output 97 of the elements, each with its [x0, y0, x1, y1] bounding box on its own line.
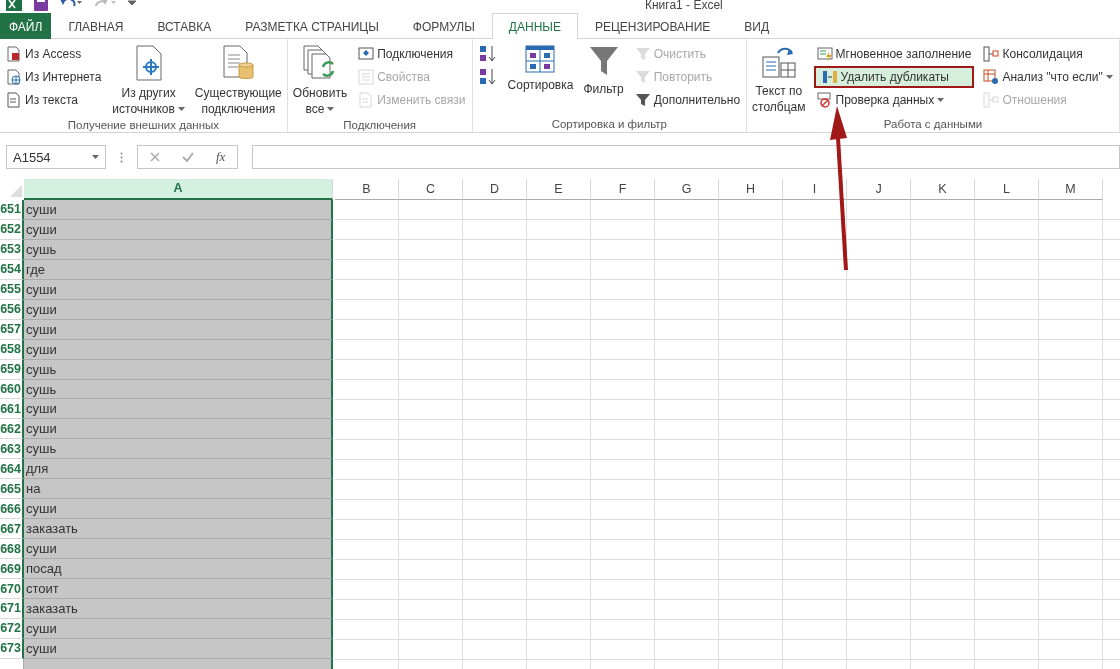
table-cell: посад: [24, 559, 333, 580]
ribbon-button[interactable]: Из текста: [3, 89, 105, 111]
ribbon-button[interactable]: Существующие подключения: [192, 43, 284, 119]
ribbon-button[interactable]: Удалить дубликаты: [813, 66, 975, 88]
ribbon-button[interactable]: Мгновенное заполнение: [813, 43, 975, 65]
window-title: Книга1 - Excel: [645, 0, 723, 12]
group-label: Получение внешних данных: [66, 119, 220, 133]
column-header[interactable]: K: [911, 179, 975, 200]
document-database-icon: [221, 45, 256, 81]
connection-icon: [358, 46, 375, 62]
table-cell: заказать: [24, 519, 333, 540]
table-cell: сушь: [24, 379, 333, 400]
ribbon-button[interactable]: Анализ "что если": [980, 66, 1116, 88]
dropdown-caret-icon: [177, 107, 185, 111]
dropdown-caret-icon: [1105, 75, 1113, 79]
consolidate-icon: [983, 46, 1000, 62]
table-cell: суши: [24, 339, 333, 360]
formula-input[interactable]: [252, 145, 1120, 169]
column-header[interactable]: M: [1039, 179, 1103, 200]
table-cell: суши: [24, 419, 333, 440]
column-header[interactable]: J: [847, 179, 911, 200]
dropdown-caret-icon: [92, 155, 99, 159]
ribbon-button[interactable]: Дополнительно: [631, 89, 744, 111]
what-if-icon: [983, 69, 1000, 85]
sort-grid-icon: [525, 45, 556, 73]
sort-descending-icon: [478, 67, 497, 87]
database-file-icon: [6, 46, 22, 62]
column-header[interactable]: C: [399, 179, 463, 200]
remove-duplicates-icon: [821, 69, 838, 85]
sort-ascending-icon: [478, 44, 497, 64]
column-header[interactable]: G: [655, 179, 719, 200]
ribbon-button[interactable]: Текст по столбцам: [750, 43, 808, 118]
filter-icon: [588, 45, 619, 77]
table-cell: для: [24, 459, 333, 480]
table-cell: на: [24, 479, 333, 500]
ribbon-tab[interactable]: РЕЦЕНЗИРОВАНИЕ: [577, 13, 728, 39]
ribbon-button[interactable]: Сортировка: [505, 43, 576, 118]
table-cell: суши: [24, 618, 333, 639]
ribbon-button[interactable]: Проверка данных: [813, 89, 975, 111]
table-cell: суши: [24, 638, 333, 659]
column-header[interactable]: A: [24, 179, 333, 200]
column-header[interactable]: E: [527, 179, 591, 200]
table-cell: суши: [24, 539, 333, 560]
properties-icon: [358, 69, 375, 85]
group-label: Работа с данными: [882, 118, 984, 132]
filter-icon: [634, 69, 651, 85]
table-cell: стоит: [24, 579, 333, 599]
filter-icon: [634, 46, 651, 62]
table-cell: суши: [24, 279, 333, 300]
ribbon-button[interactable]: Подключения: [355, 43, 469, 65]
ribbon-button[interactable]: Из Access: [3, 43, 105, 65]
name-box[interactable]: A1554: [6, 145, 106, 169]
group-label: Сортировка и фильтр: [550, 118, 668, 132]
table-cell: суши: [24, 299, 333, 320]
column-header[interactable]: F: [591, 179, 655, 200]
data-validation-icon: [816, 92, 833, 108]
undo-icon[interactable]: [60, 0, 82, 9]
ribbon-tab[interactable]: ВСТАВКА: [140, 13, 229, 39]
flash-fill-icon: [816, 46, 833, 62]
ribbon-button[interactable]: Обновить все: [290, 43, 350, 119]
column-header[interactable]: H: [719, 179, 783, 200]
ribbon-tab[interactable]: ДАННЫЕ: [491, 13, 578, 39]
ribbon-tab[interactable]: ВИД: [727, 13, 787, 39]
consolidate-icon: [983, 92, 1000, 108]
column-header[interactable]: B: [335, 179, 399, 200]
table-cell: суши: [24, 499, 333, 520]
grip-icon: [120, 151, 123, 163]
column-header[interactable]: D: [463, 179, 527, 200]
table-cell: сушь: [24, 439, 333, 460]
document-icon: [358, 92, 375, 108]
ribbon-button[interactable]: Консолидация: [980, 43, 1116, 65]
filter-icon: [634, 92, 651, 108]
group-label: Подключения: [342, 119, 418, 133]
ribbon-tab[interactable]: ФОРМУЛЫ: [395, 13, 492, 39]
text-to-columns-icon: [761, 45, 796, 79]
save-icon[interactable]: [34, 0, 48, 11]
insert-function-button[interactable]: fx: [216, 149, 226, 165]
ribbon-button[interactable]: Из Интернета: [3, 66, 105, 88]
ribbon-tab[interactable]: РАЗМЕТКА СТРАНИЦЫ: [228, 13, 396, 39]
column-header[interactable]: I: [783, 179, 847, 200]
table-cell: суши: [24, 399, 333, 420]
table-cell: суши: [24, 219, 333, 240]
table-cell: сушь: [24, 239, 333, 260]
dropdown-caret-icon: [327, 107, 335, 111]
table-cell: суши: [24, 319, 333, 340]
ribbon-button[interactable]: Из других источников: [110, 43, 187, 119]
ribbon-tab[interactable]: ГЛАВНАЯ: [51, 13, 141, 39]
file-tab[interactable]: ФАЙЛ: [0, 13, 52, 39]
column-header[interactable]: L: [975, 179, 1039, 200]
table-cell: сушь: [24, 359, 333, 380]
globe-document-icon: [6, 69, 22, 85]
ribbon-button[interactable]: Фильтр: [581, 43, 626, 118]
table-cell: суши: [24, 199, 333, 220]
document-icon: [6, 92, 22, 108]
table-cell: заказать: [24, 599, 333, 619]
table-cell: где: [24, 259, 333, 280]
dropdown-caret-icon: [937, 98, 945, 102]
